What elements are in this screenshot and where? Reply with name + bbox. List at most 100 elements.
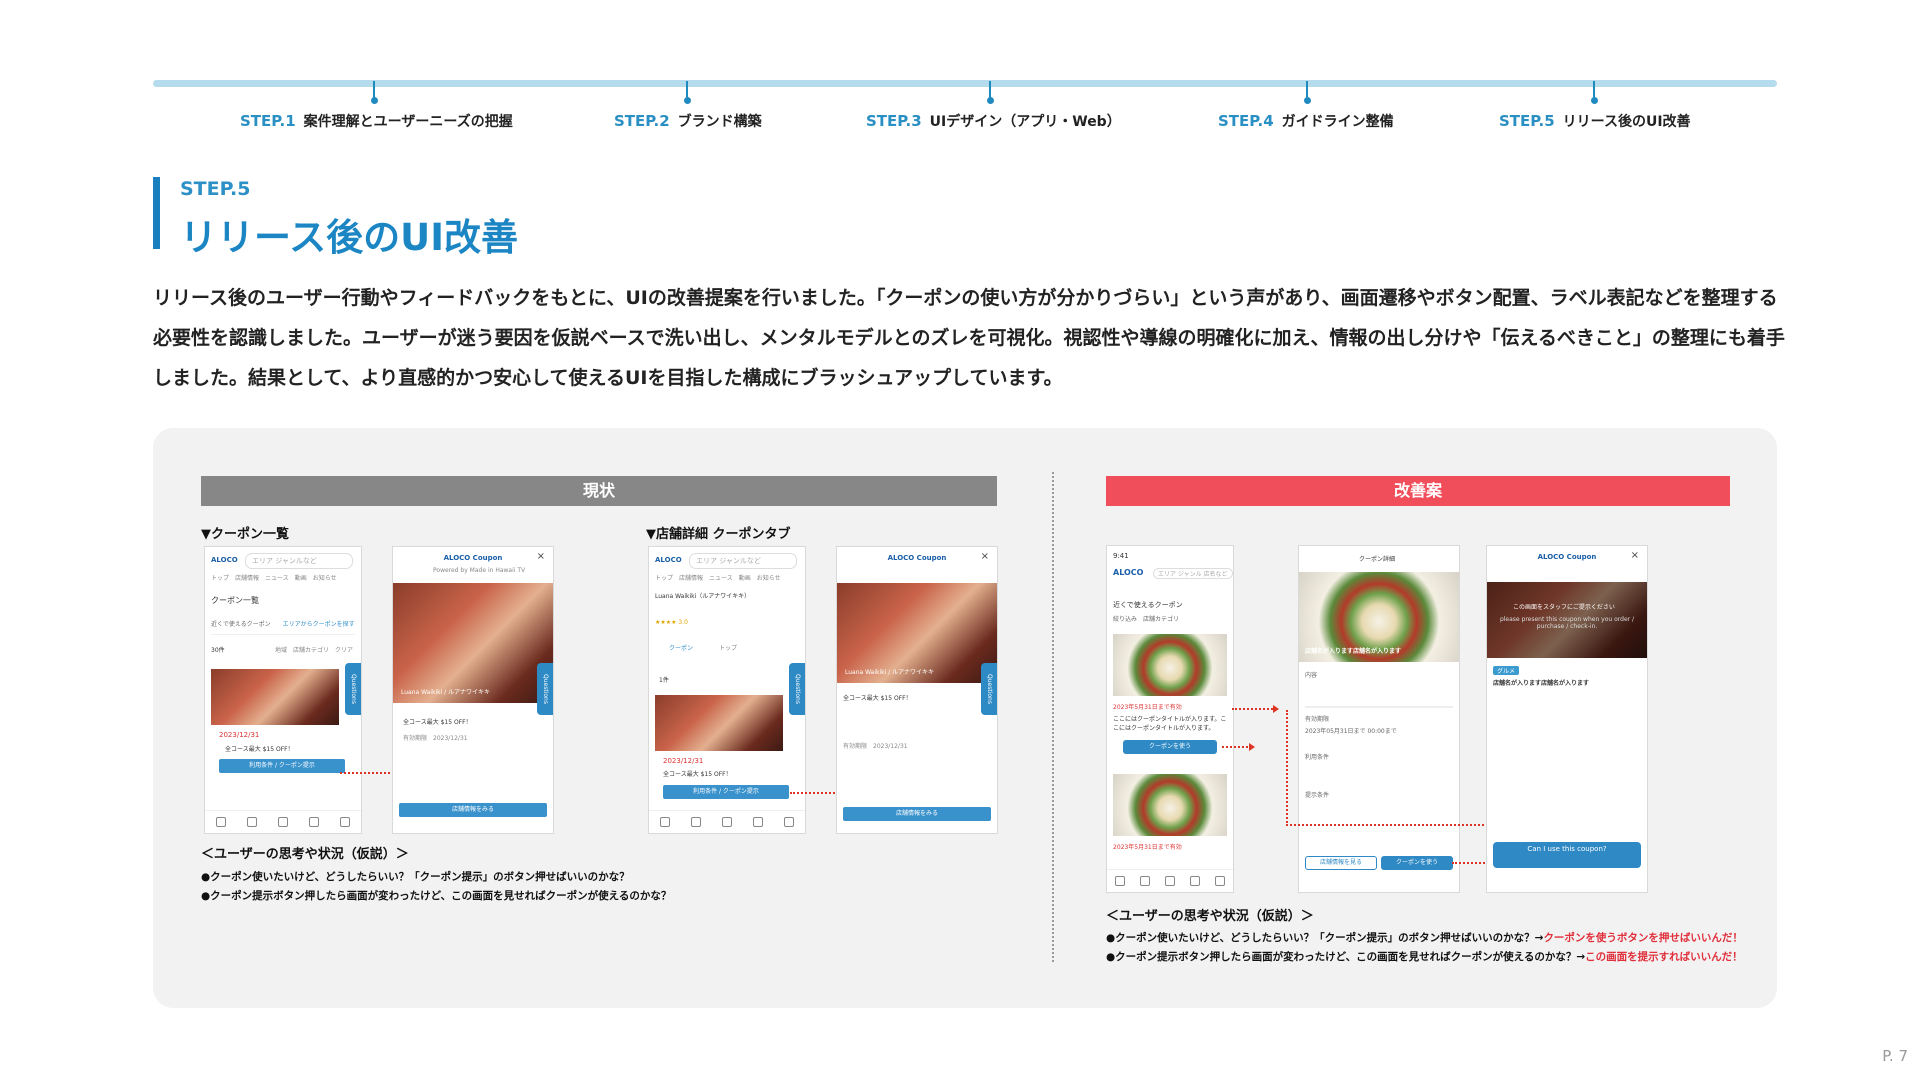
detail-store-name: 店舗名が入ります店舗名が入ります — [1305, 648, 1402, 655]
use-coupon-button[interactable]: クーポンを使う — [1123, 740, 1217, 754]
home-icon[interactable] — [1114, 876, 1125, 886]
section-body: リリース後のユーザー行動やフィードバックをもとに、UIの改善提案を行いました。「… — [153, 287, 1785, 389]
use-coupon-button[interactable]: クーポンを使う — [1381, 856, 1453, 870]
tab-area[interactable]: エリアからクーポンを探す — [283, 621, 355, 628]
coupon-list-label: ▼クーポン一覧 — [201, 527, 289, 542]
coupon-icon[interactable] — [690, 817, 701, 827]
coupon-photo — [655, 695, 783, 751]
top-nav: トップ 店舗情報 ニュース 動画 お知らせ — [211, 575, 337, 582]
current-coupon-modal-2: ALOCO Coupon × Luana Waikiki / ルアナワイキキ 全… — [836, 546, 998, 834]
timeline-dot — [684, 97, 691, 104]
list-tabs: 近くで使えるクーポン エリアからクーポンを探す — [211, 619, 355, 635]
coupon-date: 2023年5月31日まで有効 — [1113, 704, 1182, 711]
coupon-icon[interactable] — [1139, 876, 1150, 886]
search-box[interactable]: エリア ジャンルなど — [689, 553, 797, 569]
bottom-nav — [1107, 869, 1233, 892]
current-thought-2: ●クーポン提示ボタン押したら画面が変わったけど、この画面を見せればクーポンが使え… — [201, 890, 672, 902]
questions-tab[interactable]: Questions — [981, 663, 997, 715]
user-icon[interactable] — [340, 817, 351, 827]
user-icon[interactable] — [1215, 876, 1226, 886]
aloco-logo: ALOCO — [655, 556, 682, 564]
search-box[interactable]: エリア ジャンル 店名など — [1153, 568, 1233, 579]
modal-valid: 有効期限 2023/12/31 — [843, 743, 908, 750]
store-info-button[interactable]: 店舗情報をみる — [399, 803, 547, 817]
valid-value: 2023年05月31日まで 00:00まで — [1305, 728, 1397, 735]
filter-chips[interactable]: 地域 店舗カテゴリ クリア — [275, 645, 353, 654]
detail-rating: ★★★★ 3.0 — [655, 619, 688, 626]
divider — [1305, 706, 1453, 708]
coupon-date: 2023/12/31 — [663, 757, 704, 765]
history-icon[interactable] — [753, 817, 764, 827]
timeline-bar — [153, 80, 1777, 87]
detail-tab-coupon[interactable]: クーポン — [669, 643, 693, 652]
heart-icon[interactable] — [721, 817, 732, 827]
history-icon[interactable] — [309, 817, 320, 827]
current-store-detail-screen: ALOCO エリア ジャンルなど トップ 店舗情報 ニュース 動画 お知らせ L… — [648, 546, 806, 834]
close-icon[interactable]: × — [537, 551, 545, 562]
timeline-step-5: STEP.5 リリース後のUI改善 — [1499, 112, 1691, 130]
filter-chips[interactable]: 絞り込み 店舗カテゴリ — [1113, 614, 1179, 623]
current-coupon-list-screen: ALOCO エリア ジャンルなど トップ 店舗情報 ニュース 動画 お知らせ ク… — [204, 546, 362, 834]
current-thought-1: ●クーポン使いたいけど、どうしたらいい？「クーポン提示」のボタン押せばいいのかな… — [201, 871, 630, 883]
detail-store: Luana Waikiki（ルアナワイキキ） — [655, 593, 751, 600]
close-icon[interactable]: × — [981, 551, 989, 562]
section-title: リリース後のUI改善 — [180, 216, 518, 259]
present-coupon-button[interactable]: 利用条件 / クーポン提示 — [219, 759, 345, 773]
present-coupon-button[interactable]: 利用条件 / クーポン提示 — [663, 785, 789, 799]
page-number: P. 7 — [1882, 1047, 1908, 1065]
valid-label: 有効期限 — [1305, 716, 1330, 723]
history-icon[interactable] — [1190, 876, 1201, 886]
section-number: STEP.5 — [180, 178, 251, 200]
section-accent-bar — [153, 177, 160, 249]
aloco-logo: ALOCO — [211, 556, 238, 564]
aloco-logo: ALOCO — [1113, 568, 1144, 577]
detail-tab-top[interactable]: トップ — [719, 643, 737, 652]
list-title: クーポン一覧 — [211, 596, 259, 605]
modal-offer: 全コース最大 $15 OFF！ — [403, 719, 472, 726]
user-icon[interactable] — [784, 817, 795, 827]
modal-offer: 全コース最大 $15 OFF！ — [843, 695, 912, 702]
result-count: 30件 — [211, 647, 225, 654]
store-detail-label: ▼店舗詳細 クーポンタブ — [646, 527, 791, 542]
modal-brand: ALOCO Coupon — [1487, 546, 1647, 568]
heart-icon[interactable] — [1164, 876, 1175, 886]
present-text-en: please present this coupon when you orde… — [1499, 616, 1635, 630]
coupon-icon[interactable] — [246, 817, 257, 827]
coupon-date: 2023年5月31日まで有効 — [1113, 844, 1182, 851]
tab-near[interactable]: 近くで使えるクーポン — [211, 621, 271, 628]
flow-arrow — [1286, 821, 1507, 829]
store-info-button[interactable]: 店舗情報を見る — [1305, 856, 1377, 870]
improved-thought-heading: ＜ユーザーの思考や状況（仮説）＞ — [1106, 909, 1314, 924]
panel-divider — [1052, 472, 1054, 962]
modal-photo — [393, 583, 553, 703]
current-thought-heading: ＜ユーザーの思考や状況（仮説）＞ — [201, 847, 409, 862]
coupon-photo — [1113, 634, 1227, 696]
flow-arrow-vertical — [1286, 710, 1288, 826]
present-store-name: 店舗名が入ります店舗名が入ります — [1493, 680, 1590, 687]
improved-thought-2: ●クーポン提示ボタン押したら画面が変わったけど、この画面を見せればクーポンが使え… — [1106, 951, 1743, 963]
home-icon[interactable] — [215, 817, 226, 827]
modal-store: Luana Waikiki / ルアナワイキキ — [845, 669, 934, 676]
coupon-photo — [1113, 774, 1227, 836]
home-icon[interactable] — [659, 817, 670, 827]
coupon-date: 2023/12/31 — [219, 731, 260, 739]
questions-tab[interactable]: Questions — [537, 663, 553, 715]
close-icon[interactable]: × — [1631, 550, 1639, 561]
detail-count: 1件 — [659, 677, 669, 684]
category-badge: グルメ — [1493, 666, 1520, 675]
search-box[interactable]: エリア ジャンルなど — [245, 553, 353, 569]
content-label: 内容 — [1305, 672, 1318, 679]
use-cond-label: 利用条件 — [1305, 754, 1330, 761]
timeline-dot — [1304, 97, 1311, 104]
store-info-button[interactable]: 店舗情報をみる — [843, 807, 991, 821]
questions-tab[interactable]: Questions — [345, 663, 361, 715]
heart-icon[interactable] — [277, 817, 288, 827]
detail-title: クーポン詳細 — [1359, 556, 1396, 563]
status-time: 9:41 — [1113, 552, 1129, 560]
timeline-dot — [1591, 97, 1598, 104]
current-coupon-modal-1: ALOCO Coupon × Powered by Made in Hawaii… — [392, 546, 554, 834]
questions-tab[interactable]: Questions — [789, 663, 805, 715]
coupon-title: ここにはクーポンタイトルが入ります。ここにはクーポンタイトルが入ります。 — [1113, 716, 1227, 732]
bottom-nav — [205, 810, 361, 833]
can-use-button[interactable]: Can I use this coupon? — [1493, 842, 1641, 868]
